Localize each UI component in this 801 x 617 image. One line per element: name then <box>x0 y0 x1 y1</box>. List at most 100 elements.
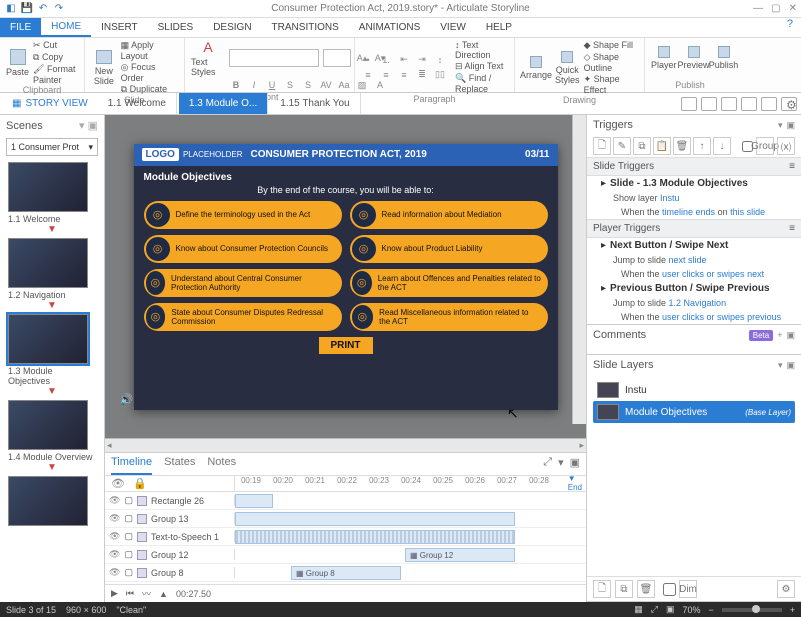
trigger-item[interactable]: ▸ Next Button / Swipe Next <box>587 238 801 253</box>
view-actual-icon[interactable]: ▣ <box>666 604 675 615</box>
strike-icon[interactable]: S <box>283 78 297 92</box>
timeline-row[interactable]: 👁▢Group 13 <box>105 510 586 528</box>
timeline-row[interactable]: 👁▢Group 12▦ Group 12 <box>105 546 586 564</box>
device-tablet-portrait-icon[interactable] <box>721 97 737 111</box>
layer-add-icon[interactable]: 🗋 <box>593 580 611 598</box>
cut-button[interactable]: ✂ Cut <box>33 40 78 51</box>
eye-icon[interactable]: 👁 <box>109 531 120 542</box>
underline-icon[interactable]: U <box>265 78 279 92</box>
trigger-item[interactable]: ▸ Previous Button / Swipe Previous <box>587 281 801 296</box>
tab-view[interactable]: VIEW <box>430 18 476 37</box>
linespace-icon[interactable]: ↕ <box>433 53 447 67</box>
lock-icon[interactable]: ▢ <box>124 513 133 524</box>
lock-header-icon[interactable]: 🔒 <box>133 477 147 490</box>
eye-icon[interactable]: 👁 <box>109 495 120 506</box>
objective-pill[interactable]: ◎Understand about Central Consumer Prote… <box>144 269 342 297</box>
device-phone-landscape-icon[interactable] <box>741 97 757 111</box>
scene-thumb[interactable] <box>8 476 96 526</box>
scenes-collapse-icon[interactable]: ▾ ▣ <box>79 119 98 132</box>
text-direction-button[interactable]: ↕ Text Direction <box>455 40 508 60</box>
trigger-copy-icon[interactable]: ⧉ <box>633 137 651 155</box>
indent-dec-icon[interactable]: ⇤ <box>397 53 411 67</box>
justify-icon[interactable]: ≣ <box>415 68 429 82</box>
tab-slides[interactable]: SLIDES <box>148 18 204 37</box>
timeline-menu-icon[interactable]: ▾ <box>558 456 564 472</box>
timeline-row[interactable]: 👁▢Rectangle 26 <box>105 492 586 510</box>
tab-animations[interactable]: ANIMATIONS <box>349 18 430 37</box>
align-left-icon[interactable]: ≡ <box>361 68 375 82</box>
maximize-icon[interactable]: ▢ <box>771 3 780 14</box>
eye-icon[interactable]: 👁 <box>109 513 120 524</box>
timeline-max-icon[interactable]: ▣ <box>570 456 580 472</box>
objective-pill[interactable]: ◎Read Miscellaneous information related … <box>350 303 548 331</box>
device-tablet-landscape-icon[interactable] <box>701 97 717 111</box>
zoom-in-icon[interactable]: + <box>790 605 795 615</box>
paste-button[interactable]: Paste <box>6 45 29 81</box>
device-phone-portrait-icon[interactable] <box>761 97 777 111</box>
trigger-add-icon[interactable]: 🗋 <box>593 137 611 155</box>
trigger-delete-icon[interactable]: 🗑 <box>673 137 691 155</box>
tab-home[interactable]: HOME <box>41 18 91 37</box>
view-grid-icon[interactable]: ▦ <box>634 604 643 615</box>
layer-settings-icon[interactable]: ⚙ <box>777 580 795 598</box>
canvas-vscroll[interactable] <box>572 115 586 424</box>
shape-fill-button[interactable]: ◆ Shape Fill <box>584 40 638 51</box>
columns-icon[interactable]: ▯▯ <box>433 68 447 82</box>
scene-thumb[interactable]: 1.3 Module Objectives▼ <box>8 314 96 396</box>
timeline-zoom-icon[interactable]: ⤢ <box>543 456 552 472</box>
text-styles-button[interactable]: AText Styles <box>191 40 225 76</box>
objective-pill[interactable]: ◎Define the terminology used in the Act <box>144 201 342 229</box>
numbering-icon[interactable]: 1. <box>379 53 393 67</box>
shadow-icon[interactable]: Ѕ <box>301 78 315 92</box>
trigger-down-icon[interactable]: ↓ <box>713 137 731 155</box>
timeline-row[interactable]: 👁▢Group 8▦ Group 8 <box>105 564 586 582</box>
preview-button[interactable]: Preview <box>681 40 707 76</box>
layers-collapse-icon[interactable]: ▾ <box>778 360 783 371</box>
find-replace-button[interactable]: 🔍 Find / Replace <box>455 73 508 94</box>
timeline-snap-icon[interactable]: ▲ <box>159 589 168 599</box>
arrange-button[interactable]: Arrange <box>521 50 551 86</box>
stop-icon[interactable]: ⏮ <box>126 588 134 599</box>
scene-tab-module[interactable]: 1.3 Module O... <box>179 93 268 114</box>
shape-outline-button[interactable]: ◇ Shape Outline <box>584 52 638 73</box>
help-icon[interactable]: ? <box>779 18 801 37</box>
close-icon[interactable]: ✕ <box>789 3 797 14</box>
zoom-out-icon[interactable]: − <box>708 605 713 615</box>
tab-insert[interactable]: INSERT <box>91 18 148 37</box>
trigger-up-icon[interactable]: ↑ <box>693 137 711 155</box>
eye-icon[interactable]: 👁 <box>109 567 120 578</box>
eye-header-icon[interactable]: 👁 <box>111 477 125 490</box>
scene-tab-thankyou[interactable]: 1.15 Thank You <box>270 93 360 114</box>
play-icon[interactable]: ▶ <box>111 588 118 599</box>
print-button[interactable]: PRINT <box>319 337 373 354</box>
lock-icon[interactable]: ▢ <box>124 567 133 578</box>
view-fit-icon[interactable]: ⤢ <box>651 604 658 615</box>
objective-pill[interactable]: ◎Know about Product Liability <box>350 235 548 263</box>
canvas-hscroll[interactable]: ◂▸ <box>105 438 586 452</box>
story-view-button[interactable]: ▦ STORY VIEW <box>4 93 96 114</box>
font-family-select[interactable] <box>229 49 319 67</box>
lock-icon[interactable]: ▢ <box>124 531 133 542</box>
copy-button[interactable]: ⧉ Copy <box>33 52 78 63</box>
format-painter-button[interactable]: 🖌 Format Painter <box>33 64 78 85</box>
align-right-icon[interactable]: ≡ <box>397 68 411 82</box>
objective-pill[interactable]: ◎Learn about Offences and Penalties rela… <box>350 269 548 297</box>
dim-checkbox[interactable] <box>663 583 676 596</box>
slide-canvas-area[interactable]: LOGO PLACEHOLDER CONSUMER PROTECTION ACT… <box>105 115 586 438</box>
objective-pill[interactable]: ◎Read information about Mediation <box>350 201 548 229</box>
font-size-select[interactable] <box>323 49 351 67</box>
save-icon[interactable]: 💾 <box>20 2 34 16</box>
layers-max-icon[interactable]: ▣ <box>786 360 795 371</box>
slide-layer[interactable]: Module Objectives(Base Layer) <box>593 401 795 423</box>
comments-add-icon[interactable]: + <box>777 330 782 341</box>
timeline-wave-icon[interactable]: 〰 <box>142 587 151 600</box>
trigger-edit-icon[interactable]: ✎ <box>613 137 631 155</box>
scene-thumb[interactable]: 1.4 Module Overview▼ <box>8 400 96 472</box>
tab-design[interactable]: DESIGN <box>203 18 261 37</box>
align-center-icon[interactable]: ≡ <box>379 68 393 82</box>
align-text-button[interactable]: ⊟ Align Text <box>455 61 508 72</box>
bold-icon[interactable]: B <box>229 78 243 92</box>
scene-thumb[interactable]: 1.2 Navigation▼ <box>8 238 96 310</box>
scene-tab-welcome[interactable]: 1.1 Welcome <box>98 93 177 114</box>
tab-notes[interactable]: Notes <box>207 456 236 475</box>
